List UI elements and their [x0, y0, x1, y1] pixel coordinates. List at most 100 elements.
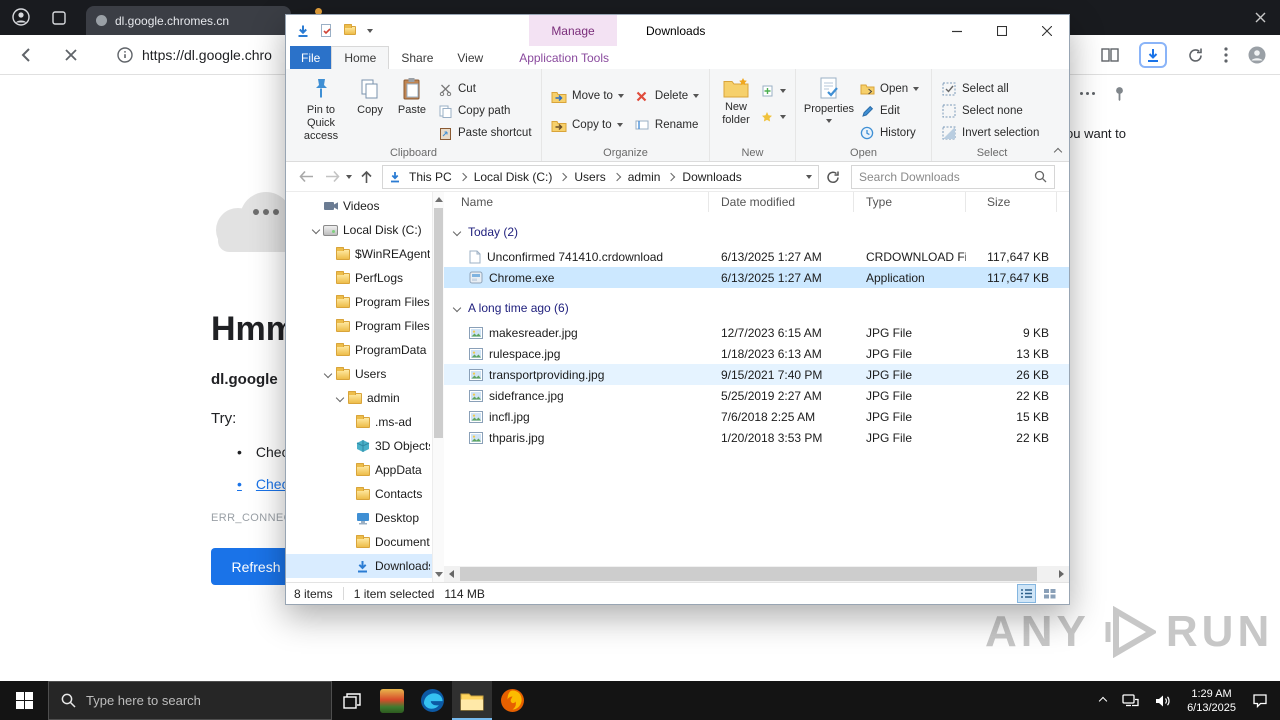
scroll-left-icon[interactable]: [449, 570, 454, 578]
ribbon-collapse-icon[interactable]: [1053, 147, 1063, 157]
edge-button[interactable]: [412, 681, 452, 720]
profile-icon[interactable]: [1248, 46, 1266, 64]
breadcrumb-this-pc[interactable]: This PC: [406, 170, 455, 184]
volume-icon[interactable]: [1155, 694, 1171, 708]
minimize-button[interactable]: [934, 15, 979, 46]
group-collapse-icon[interactable]: [452, 227, 462, 237]
sync-icon[interactable]: [1187, 47, 1204, 64]
copy-button[interactable]: Copy: [350, 73, 390, 145]
history-button[interactable]: History: [856, 123, 922, 143]
cut-button[interactable]: Cut: [434, 79, 535, 99]
properties-button[interactable]: Properties: [802, 73, 856, 145]
sidebar-item-perflogs[interactable]: PerfLogs: [286, 266, 444, 290]
hidden-icons-chevron-icon[interactable]: [1098, 696, 1108, 705]
sidebar-item-program-files-2[interactable]: Program Files: [286, 314, 444, 338]
taskbar-clock[interactable]: 1:29 AM 6/13/2025: [1187, 687, 1236, 715]
back-icon[interactable]: [18, 46, 36, 64]
scroll-up-icon[interactable]: [435, 197, 443, 202]
search-box[interactable]: [851, 164, 1055, 189]
sidebar-item-programdata[interactable]: ProgramData: [286, 338, 444, 362]
new-item-button[interactable]: [756, 81, 789, 101]
column-header-name[interactable]: Name: [444, 192, 709, 212]
url-text[interactable]: https://dl.google.chro: [142, 35, 272, 75]
column-header-size[interactable]: Size: [966, 192, 1057, 212]
tab-file[interactable]: File: [290, 46, 332, 69]
refresh-icon[interactable]: [821, 165, 845, 189]
address-caret-icon[interactable]: [806, 174, 812, 179]
file-row[interactable]: makesreader.jpg 12/7/2023 6:15 AM JPG Fi…: [444, 322, 1069, 343]
copy-to-button[interactable]: Copy to: [548, 115, 627, 135]
sidebar-item-desktop[interactable]: Desktop: [286, 506, 444, 530]
details-view-icon[interactable]: [1017, 584, 1036, 603]
recent-locations-caret-icon[interactable]: [346, 174, 352, 179]
expander-icon[interactable]: [335, 393, 345, 403]
thumbnails-view-icon[interactable]: [1040, 584, 1059, 603]
file-row[interactable]: Unconfirmed 741410.crdownload 6/13/2025 …: [444, 246, 1069, 267]
sidebar-item-admin[interactable]: admin: [286, 386, 444, 410]
news-interests-button[interactable]: [372, 681, 412, 720]
firefox-button[interactable]: [492, 681, 532, 720]
nav-forward-icon[interactable]: [320, 165, 344, 189]
start-button[interactable]: [0, 681, 48, 720]
sidebar-item-program-files[interactable]: Program Files: [286, 290, 444, 314]
search-input[interactable]: [859, 169, 1034, 184]
panels-icon[interactable]: [1101, 47, 1119, 63]
sidebar-item-users[interactable]: Users: [286, 362, 444, 386]
copy-path-button[interactable]: Copy path: [434, 101, 535, 121]
breadcrumb-admin[interactable]: admin: [625, 170, 664, 184]
open-button[interactable]: Open: [856, 79, 922, 99]
select-none-button[interactable]: Select none: [938, 101, 1042, 121]
sidebar-item-ms-ad[interactable]: .ms-ad: [286, 410, 444, 434]
breadcrumb-local-disk[interactable]: Local Disk (C:): [471, 170, 556, 184]
window-icon[interactable]: [52, 11, 66, 25]
browser-tab[interactable]: dl.google.chromes.cn: [86, 6, 291, 35]
stop-icon[interactable]: [64, 48, 78, 62]
column-header-date[interactable]: Date modified: [709, 192, 854, 212]
delete-button[interactable]: Delete: [631, 86, 702, 106]
qat-caret-icon[interactable]: [367, 28, 373, 33]
close-button[interactable]: [1024, 15, 1069, 46]
file-row[interactable]: rulespace.jpg 1/18/2023 6:13 AM JPG File…: [444, 343, 1069, 364]
nav-back-icon[interactable]: [294, 165, 318, 189]
crumb-chevron-icon[interactable]: [458, 172, 467, 181]
file-explorer-button[interactable]: [452, 681, 492, 720]
paste-shortcut-button[interactable]: Paste shortcut: [434, 123, 535, 143]
breadcrumb-users[interactable]: Users: [571, 170, 608, 184]
address-bar[interactable]: This PC Local Disk (C:) Users admin Down…: [382, 164, 819, 189]
task-view-button[interactable]: [332, 681, 372, 720]
taskbar-search-input[interactable]: [86, 693, 319, 708]
file-row[interactable]: sidefrance.jpg 5/25/2019 2:27 AM JPG Fil…: [444, 385, 1069, 406]
sidebar-item-winreagent[interactable]: $WinREAgent: [286, 242, 444, 266]
network-icon[interactable]: [1122, 693, 1139, 708]
prompt-pin-icon[interactable]: [1113, 86, 1126, 101]
taskbar-search[interactable]: [48, 681, 332, 720]
sidebar-item-contacts[interactable]: Contacts: [286, 482, 444, 506]
group-collapse-icon[interactable]: [452, 303, 462, 313]
horizontal-scrollbar[interactable]: [444, 566, 1069, 582]
search-icon[interactable]: [1034, 170, 1047, 183]
move-to-button[interactable]: Move to: [548, 86, 627, 106]
rename-button[interactable]: Rename: [631, 115, 702, 135]
file-row[interactable]: transportproviding.jpg 9/15/2021 7:40 PM…: [444, 364, 1069, 385]
scroll-down-icon[interactable]: [435, 572, 443, 577]
expander-icon[interactable]: [311, 225, 321, 235]
file-row[interactable]: incfl.jpg 7/6/2018 2:25 AM JPG File 15 K…: [444, 406, 1069, 427]
sidebar-item-videos[interactable]: Videos: [286, 194, 444, 218]
avatar-icon[interactable]: [12, 8, 30, 26]
qat-new-folder-icon[interactable]: [344, 22, 356, 40]
sidebar-item-documents[interactable]: Documents: [286, 530, 444, 554]
sidebar-item-local-disk[interactable]: Local Disk (C:): [286, 218, 444, 242]
group-header-today[interactable]: Today (2): [444, 218, 1069, 246]
crumb-chevron-icon[interactable]: [559, 172, 568, 181]
group-header-long-ago[interactable]: A long time ago (6): [444, 294, 1069, 322]
paste-button[interactable]: Paste: [390, 73, 434, 145]
file-row[interactable]: Chrome.exe 6/13/2025 1:27 AM Application…: [444, 267, 1069, 288]
sidebar-item-appdata[interactable]: AppData: [286, 458, 444, 482]
qat-properties-icon[interactable]: [321, 24, 333, 37]
expander-icon[interactable]: [323, 369, 333, 379]
sidebar-item-downloads[interactable]: Downloads: [286, 554, 444, 578]
crumb-chevron-icon[interactable]: [667, 172, 676, 181]
maximize-button[interactable]: [979, 15, 1024, 46]
browser-close-icon[interactable]: [1255, 12, 1266, 23]
prompt-more-dots-icon[interactable]: [1080, 92, 1095, 95]
